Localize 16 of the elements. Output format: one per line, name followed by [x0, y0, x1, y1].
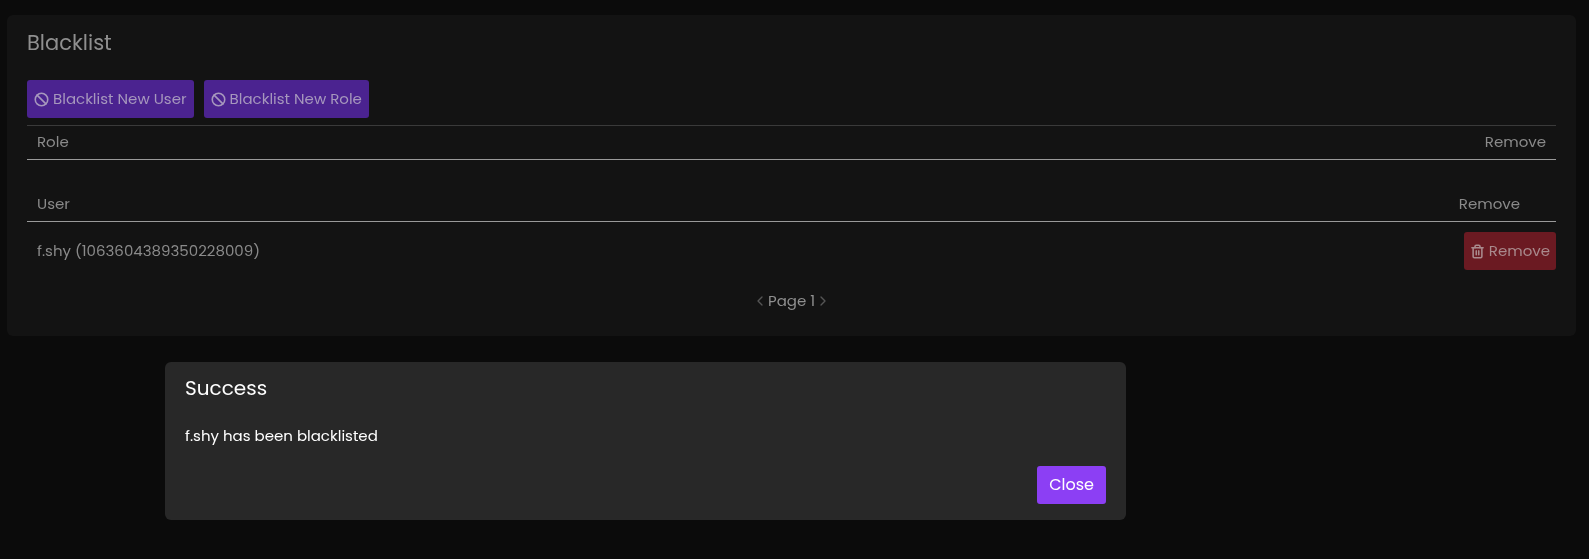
dialog-title: Success: [185, 374, 269, 402]
ban-icon: [210, 91, 226, 107]
dialog-message: f.shy has been blacklisted: [185, 425, 379, 448]
page-label: Page 1: [767, 290, 816, 313]
column-header: Remove: [1458, 193, 1520, 216]
trash-icon: [1469, 243, 1485, 259]
close-button[interactable]: Close: [1037, 465, 1106, 504]
column-header: User: [37, 193, 70, 216]
remove-button[interactable]: Remove: [1463, 232, 1556, 270]
blacklist-button[interactable]: Blacklist New User: [27, 80, 194, 118]
ban-icon: [34, 91, 49, 107]
user-cell: f.shy (1063604389350228009): [37, 239, 260, 263]
column-header: Role: [37, 131, 69, 154]
panel-title: Blacklist: [27, 29, 113, 57]
column-header: Remove: [1484, 131, 1546, 154]
blacklist-button[interactable]: Blacklist New Role: [203, 80, 369, 118]
